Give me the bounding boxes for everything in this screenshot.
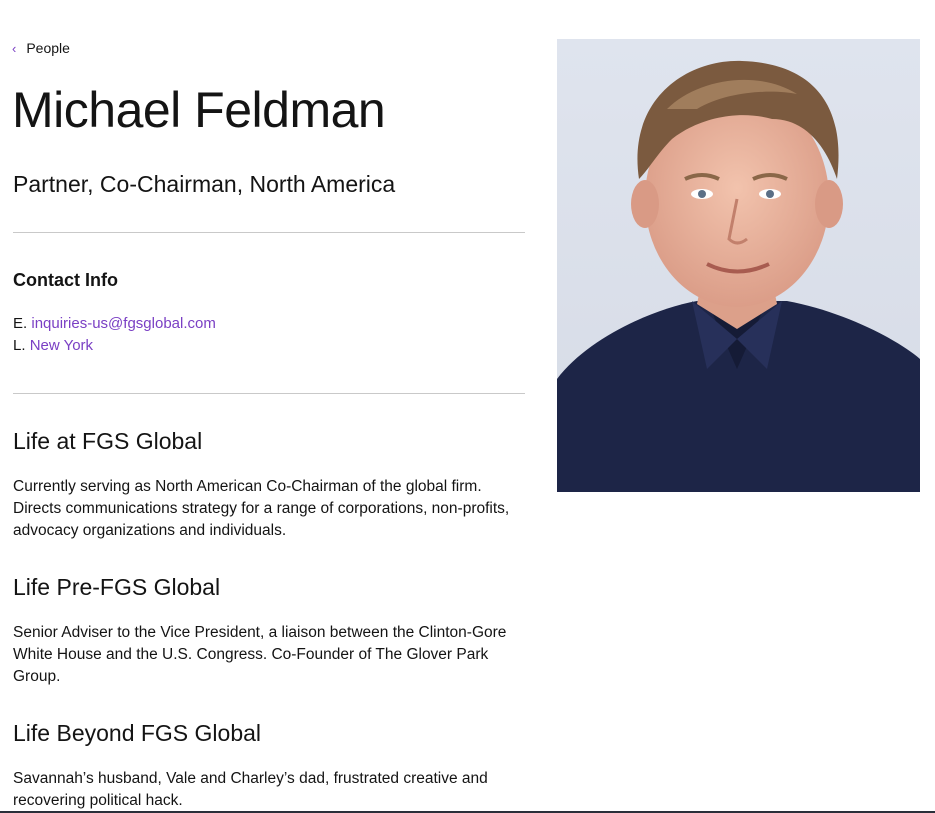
- divider: [13, 232, 525, 233]
- portrait-illustration: [557, 60, 920, 492]
- location-prefix: L.: [13, 337, 26, 354]
- section-heading-life-at: Life at FGS Global: [13, 428, 203, 454]
- divider: [13, 393, 525, 394]
- email-prefix: E.: [13, 315, 28, 332]
- back-link-label: People: [26, 40, 70, 56]
- section-heading-life-beyond: Life Beyond FGS Global: [13, 720, 262, 746]
- section-text-life-beyond: Savannah’s husband, Vale and Charley’s d…: [13, 770, 488, 809]
- section-text-life-pre: Senior Adviser to the Vice President, a …: [13, 624, 507, 685]
- section-heading-life-pre: Life Pre-FGS Global: [13, 574, 221, 600]
- contact-info-heading: Contact Info: [13, 270, 118, 290]
- chevron-left-icon: ‹: [12, 40, 17, 56]
- section-text-life-at: Currently serving as North American Co-C…: [13, 478, 510, 539]
- back-to-people-link[interactable]: ‹ People: [12, 40, 70, 56]
- contact-email-line: E. inquiries-us@fgsglobal.com: [13, 313, 216, 335]
- portrait-photo: [557, 39, 920, 492]
- person-name: Michael Feldman: [12, 82, 386, 138]
- person-title: Partner, Co-Chairman, North America: [13, 171, 396, 197]
- location-link[interactable]: New York: [30, 337, 93, 354]
- email-link[interactable]: inquiries-us@fgsglobal.com: [31, 315, 215, 332]
- contact-location-line: L. New York: [13, 335, 93, 357]
